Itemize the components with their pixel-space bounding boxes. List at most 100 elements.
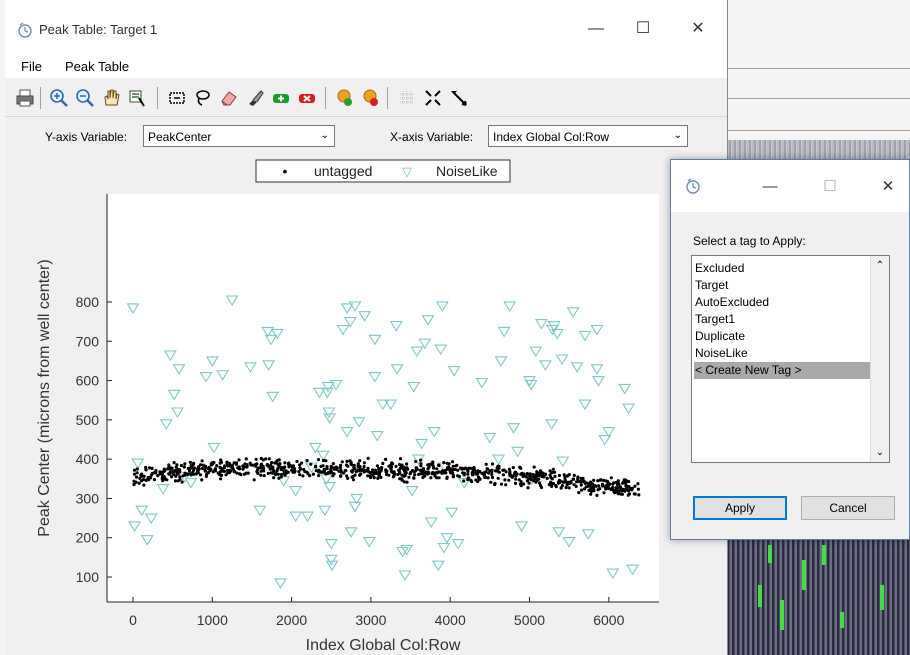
- brush-icon[interactable]: [245, 88, 265, 108]
- untagged-point: [587, 488, 591, 492]
- tag-item-noiselike[interactable]: NoiseLike: [694, 345, 875, 362]
- untagged-point: [630, 486, 635, 490]
- bg-marker: [840, 612, 844, 628]
- untagged-point: [154, 471, 158, 475]
- chevron-up-icon[interactable]: ⌃: [871, 260, 889, 271]
- x-axis-variable-select[interactable]: Index Global Col:Row ⌄: [488, 125, 688, 147]
- tag-item-autoexcluded[interactable]: AutoExcluded: [694, 294, 875, 311]
- untagged-point: [219, 477, 223, 481]
- untagged-point: [553, 474, 557, 478]
- eraser-icon[interactable]: [219, 88, 239, 108]
- untagged-point: [292, 467, 296, 471]
- untagged-point: [405, 480, 409, 484]
- untagged-point: [379, 466, 383, 471]
- untagged-point: [445, 475, 449, 479]
- tag-yellow-icon[interactable]: [335, 88, 355, 108]
- untagged-point: [301, 474, 305, 478]
- listbox-scrollbar[interactable]: ⌃ ⌄: [870, 256, 889, 462]
- untagged-point: [462, 467, 467, 471]
- untagged-point: [132, 468, 137, 472]
- minimize-button[interactable]: —: [576, 16, 616, 42]
- untagged-point: [322, 467, 326, 471]
- untagged-point: [212, 469, 216, 473]
- untagged-point: [618, 485, 622, 489]
- untagged-point: [485, 467, 489, 471]
- untagged-point: [559, 486, 563, 490]
- remove-tag-icon[interactable]: [297, 88, 317, 108]
- untagged-point: [414, 466, 418, 470]
- tag-listbox[interactable]: Excluded Target AutoExcluded Target1 Dup…: [691, 255, 890, 463]
- untagged-point: [372, 472, 376, 476]
- maximize-button[interactable]: ☐: [623, 16, 663, 42]
- tag-item-excluded[interactable]: Excluded: [694, 260, 875, 277]
- tag-item-target1[interactable]: Target1: [694, 311, 875, 328]
- untagged-point: [366, 456, 370, 460]
- app-icon: [686, 178, 700, 194]
- untagged-point: [454, 464, 458, 468]
- scatter-plot[interactable]: 0 1000 2000 3000 4000 5000 6000 100 200 300 400 50…: [5, 154, 727, 655]
- tag-red-icon[interactable]: [361, 88, 381, 108]
- legend-label-untagged: untagged: [314, 163, 372, 179]
- untagged-point: [384, 468, 388, 472]
- chevron-down-icon[interactable]: ⌄: [871, 447, 889, 458]
- print-icon[interactable]: [15, 88, 35, 108]
- menu-file[interactable]: File: [21, 59, 42, 74]
- dialog-close-button[interactable]: ✕: [871, 176, 905, 198]
- lasso-icon[interactable]: [193, 88, 213, 108]
- arrow-icon[interactable]: [449, 88, 469, 108]
- menu-peak-table[interactable]: Peak Table: [65, 59, 129, 74]
- untagged-point: [435, 467, 439, 471]
- untagged-point: [372, 476, 376, 480]
- untagged-point: [466, 476, 470, 480]
- fit-icon[interactable]: [423, 88, 443, 108]
- zoom-out-icon[interactable]: [75, 88, 95, 108]
- dialog-minimize-button[interactable]: —: [753, 176, 787, 198]
- grid-icon[interactable]: [397, 88, 417, 108]
- untagged-point: [194, 472, 198, 476]
- untagged-point: [219, 458, 223, 462]
- untagged-point: [377, 474, 381, 478]
- cancel-button[interactable]: Cancel: [801, 496, 895, 520]
- untagged-point: [457, 474, 461, 479]
- untagged-point: [579, 476, 583, 481]
- untagged-point: [594, 484, 598, 488]
- untagged-point: [451, 464, 455, 468]
- untagged-point: [571, 477, 575, 481]
- untagged-point: [387, 473, 391, 477]
- untagged-point: [600, 484, 605, 488]
- plot-area: [107, 194, 659, 602]
- close-button[interactable]: ✕: [678, 16, 718, 42]
- untagged-point: [183, 462, 187, 466]
- untagged-point: [317, 474, 321, 478]
- tag-item-create-new[interactable]: < Create New Tag >: [694, 362, 875, 379]
- untagged-point: [579, 488, 584, 492]
- chevron-down-icon[interactable]: ⌄: [669, 126, 687, 146]
- tag-item-duplicate[interactable]: Duplicate: [694, 328, 875, 345]
- select-box-icon[interactable]: [167, 88, 187, 108]
- untagged-point: [565, 474, 570, 478]
- apply-button[interactable]: Apply: [693, 496, 787, 520]
- untagged-point: [503, 478, 507, 482]
- untagged-point: [219, 466, 223, 470]
- untagged-point: [246, 471, 250, 475]
- untagged-point: [420, 472, 425, 476]
- pan-hand-icon[interactable]: [101, 88, 121, 108]
- chevron-down-icon[interactable]: ⌄: [316, 126, 334, 146]
- zoom-in-icon[interactable]: [49, 88, 69, 108]
- bg-marker: [880, 585, 884, 610]
- tag-item-target[interactable]: Target: [694, 277, 875, 294]
- legend: • untagged ▽ NoiseLike: [255, 159, 511, 183]
- untagged-point: [329, 464, 333, 469]
- untagged-point: [339, 474, 343, 478]
- add-tag-icon[interactable]: [271, 88, 291, 108]
- untagged-point: [172, 461, 176, 465]
- data-cursor-icon[interactable]: [127, 88, 147, 108]
- y-axis-label: Peak Center (microns from well center): [36, 259, 53, 536]
- untagged-point: [144, 465, 148, 470]
- title-bar[interactable]: Peak Table: Target 1 — ☐ ✕: [5, 0, 727, 56]
- untagged-point: [292, 470, 296, 474]
- untagged-point: [609, 487, 614, 492]
- untagged-point: [175, 463, 179, 467]
- dialog-title-bar[interactable]: — ☐ ✕: [671, 160, 909, 212]
- y-axis-variable-select[interactable]: PeakCenter ⌄: [143, 125, 335, 147]
